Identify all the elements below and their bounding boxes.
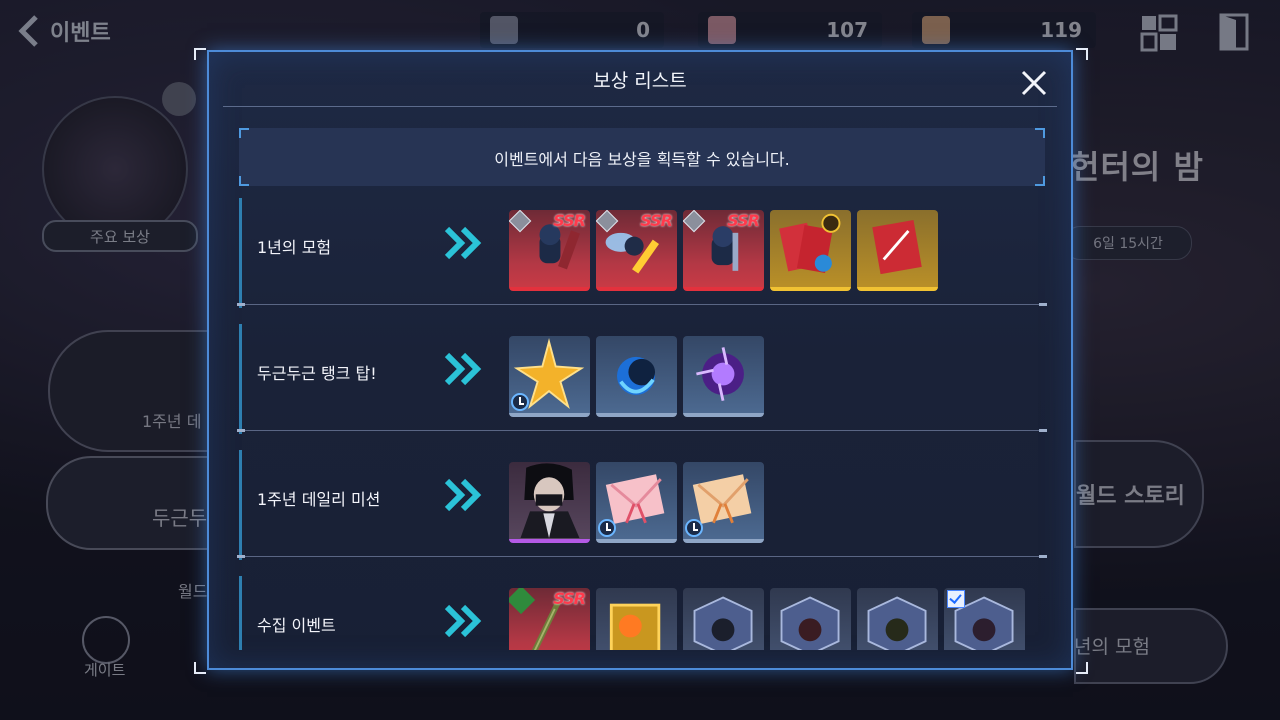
world-story-label: 월드 스토리: [1076, 484, 1185, 509]
reward-row-daily-mission: 1주년 데일리 미션: [237, 450, 1047, 560]
main-reward-button[interactable]: 주요 보상: [42, 220, 198, 252]
purple-orb-reward[interactable]: [683, 336, 764, 417]
blue-orb-reward[interactable]: [596, 336, 677, 417]
clock-icon: [511, 393, 529, 411]
cube-box-reward-1[interactable]: [683, 588, 764, 650]
title-divider: [223, 106, 1057, 107]
double-chevron-icon: [444, 352, 482, 386]
reward-row-adventure: 1년의 모험 SSR SSR SSR: [237, 198, 1047, 308]
ssr-badge: SSR: [553, 211, 586, 230]
ssr-badge: SSR: [553, 589, 586, 608]
frame-corner: [194, 662, 206, 674]
gate-label: 게이트: [84, 661, 126, 679]
cube-box-reward-2[interactable]: [770, 588, 851, 650]
ssr-figure-reward-2[interactable]: SSR: [683, 210, 764, 291]
back-arrow-icon: [18, 15, 38, 47]
world-label: 월드: [178, 582, 208, 601]
notice-text: 이벤트에서 다음 보상을 획득할 수 있습니다.: [494, 150, 790, 169]
checkbox-icon: [947, 590, 965, 608]
pink-envelope-icon: [708, 16, 736, 44]
resource-pink-envelope[interactable]: 107: [698, 12, 882, 48]
orange-envelope-reward[interactable]: [683, 462, 764, 543]
event-card-tank-top-label: 두근두: [152, 506, 208, 530]
gold-box-reward[interactable]: [596, 588, 677, 650]
notice-box: 이벤트에서 다음 보상을 획득할 수 있습니다.: [239, 128, 1045, 186]
reward-row-tank-top: 두근두근 탱크 탑!: [237, 324, 1047, 434]
adventure-label: 년의 모험: [1074, 636, 1150, 658]
modal-title: 보상 리스트: [593, 70, 687, 92]
frame-corner: [194, 48, 206, 60]
resource-pink-envelope-value: 107: [826, 18, 868, 42]
exit-door-icon[interactable]: [1218, 12, 1250, 52]
back-button[interactable]: 이벤트: [14, 14, 111, 48]
resource-orange-envelope[interactable]: 119: [912, 12, 1096, 48]
close-icon[interactable]: [1019, 68, 1049, 98]
event-title: 헌터의 밤: [1070, 148, 1204, 186]
gate-icon[interactable]: [82, 616, 130, 664]
event-card-anniversary-label: 1주년 데: [142, 412, 202, 431]
resource-ticket-value: 0: [636, 18, 650, 42]
red-card-reward[interactable]: [857, 210, 938, 291]
reward-row-label: 1년의 모험: [257, 238, 332, 257]
orange-envelope-icon: [922, 16, 950, 44]
event-timer: 6일 15시간: [1064, 226, 1192, 260]
resource-ticket[interactable]: 0: [480, 12, 664, 48]
ssr-badge: SSR: [640, 211, 673, 230]
magnifier-icon[interactable]: [162, 82, 196, 116]
gold-star-reward[interactable]: [509, 336, 590, 417]
reward-row-label: 1주년 데일리 미션: [257, 490, 381, 509]
ssr-figure-reward[interactable]: SSR: [509, 210, 590, 291]
reward-row-label: 수집 이벤트: [257, 616, 336, 635]
double-chevron-icon: [444, 478, 482, 512]
frame-corner: [1076, 662, 1088, 674]
ticket-icon: [490, 16, 518, 44]
reward-list[interactable]: 1년의 모험 SSR SSR SSR 두근두근 탱크 탑! 1주년 데일리 미션…: [237, 198, 1047, 650]
ssr-badge: SSR: [727, 211, 760, 230]
back-label: 이벤트: [50, 21, 111, 46]
ssr-weapon-reward[interactable]: SSR: [509, 588, 590, 650]
double-chevron-icon: [444, 226, 482, 260]
cube-box-reward-4[interactable]: [944, 588, 1025, 650]
resource-orange-envelope-value: 119: [1040, 18, 1082, 42]
reward-list-modal: 보상 리스트 이벤트에서 다음 보상을 획득할 수 있습니다. 1년의 모험 S…: [207, 50, 1073, 670]
card-pack-reward[interactable]: [770, 210, 851, 291]
reward-row-collection: 수집 이벤트 SSR: [237, 576, 1047, 650]
cube-box-reward-3[interactable]: [857, 588, 938, 650]
event-card-anniversary[interactable]: [48, 330, 212, 452]
ssr-fairy-reward[interactable]: SSR: [596, 210, 677, 291]
clock-icon: [685, 519, 703, 537]
clock-icon: [598, 519, 616, 537]
pink-envelope-reward[interactable]: [596, 462, 677, 543]
reward-row-label: 두근두근 탱크 탑!: [257, 364, 377, 383]
double-chevron-icon: [444, 604, 482, 638]
frame-corner: [1076, 48, 1088, 60]
grid-menu-icon[interactable]: [1140, 14, 1178, 52]
hunter-portrait-reward[interactable]: [509, 462, 590, 543]
